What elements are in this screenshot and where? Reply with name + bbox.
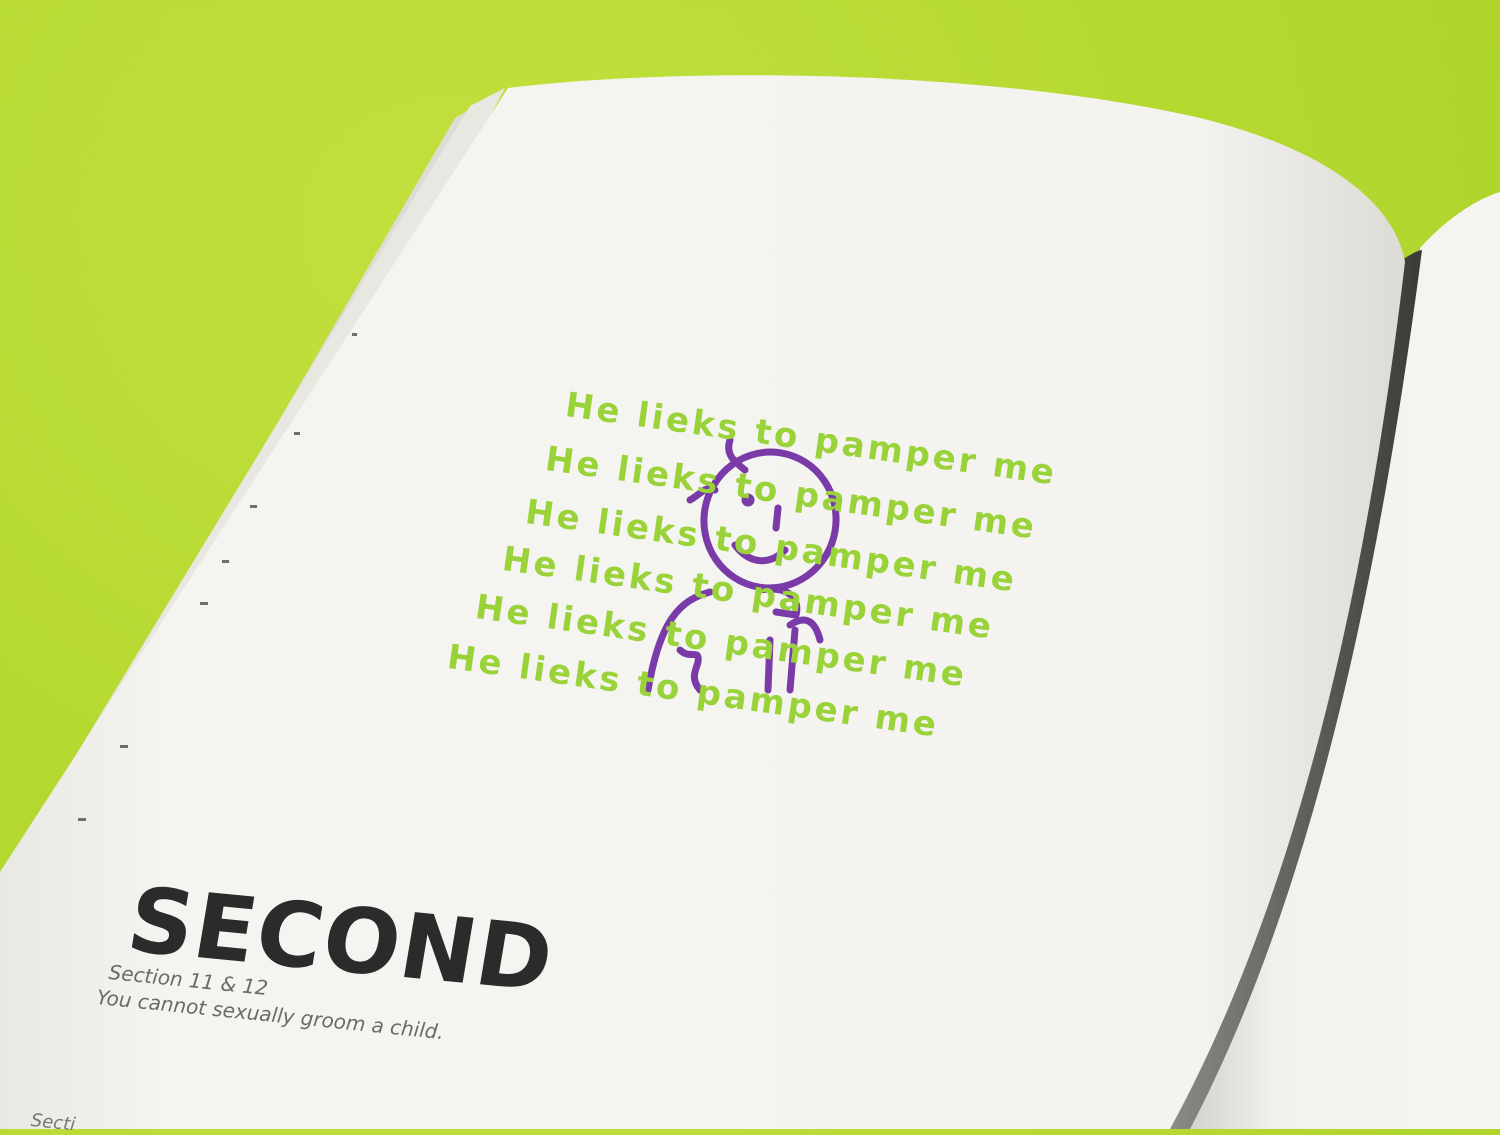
bottom-text-fragment: Secti [29,1110,77,1135]
